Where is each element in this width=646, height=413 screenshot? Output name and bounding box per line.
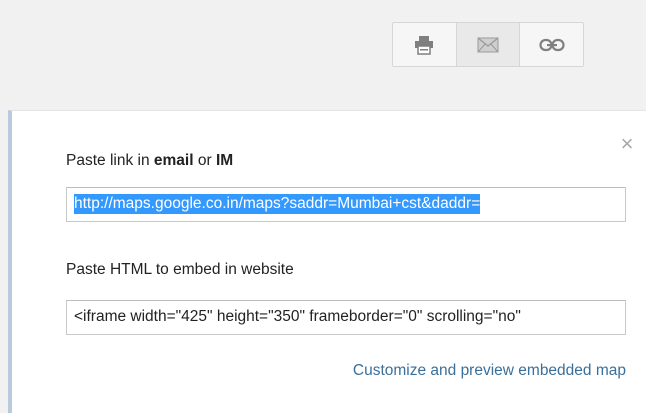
email-label-or: or [193, 152, 216, 169]
share-panel: × Paste link in email or IM http://maps.… [8, 110, 646, 413]
embed-code-field[interactable]: <iframe width="425" height="350" framebo… [66, 300, 626, 335]
email-icon [477, 36, 499, 52]
email-button[interactable] [456, 23, 521, 66]
link-icon [539, 38, 565, 51]
email-label-bold: email [153, 152, 194, 169]
embed-code-value[interactable]: <iframe width="425" height="350" framebo… [74, 308, 521, 326]
close-icon[interactable]: × [618, 133, 636, 155]
print-icon [415, 35, 434, 55]
share-link-field[interactable]: http://maps.google.co.in/maps?saddr=Mumb… [66, 187, 626, 222]
toolbar-area [0, 0, 646, 110]
toolbar-button-group [392, 22, 584, 67]
link-button[interactable] [520, 23, 583, 66]
print-button[interactable] [393, 23, 457, 66]
im-label-bold: IM [215, 152, 234, 169]
email-link-label: Paste link in email or IM [66, 152, 233, 170]
customize-embedded-map-link[interactable]: Customize and preview embedded map [353, 362, 626, 380]
embed-label: Paste HTML to embed in website [66, 261, 294, 278]
share-link-value[interactable]: http://maps.google.co.in/maps?saddr=Mumb… [74, 194, 481, 214]
email-label-prefix: Paste link in [66, 152, 154, 169]
